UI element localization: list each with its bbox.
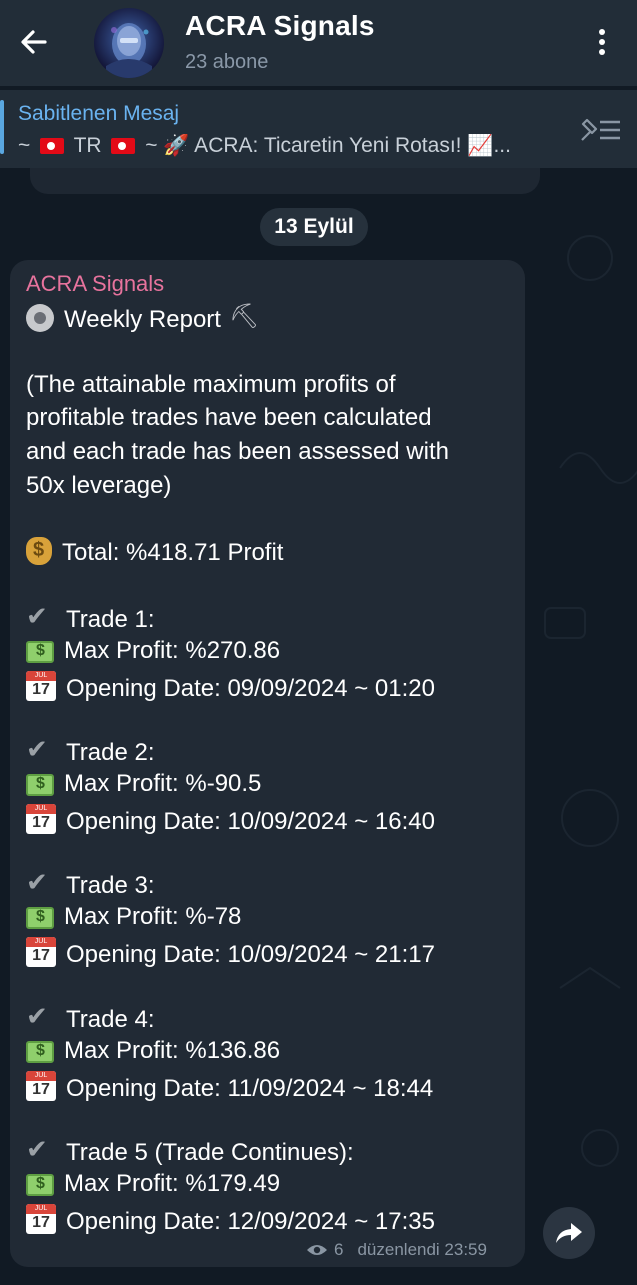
more-vertical-icon <box>599 29 605 55</box>
report-heading-line: Weekly Report <box>26 302 269 334</box>
trade-date: Opening Date: 11/09/2024 ~ 18:44 <box>66 1075 434 1102</box>
trade-date-line: Opening Date: 10/09/2024 ~ 21:17 <box>26 937 435 969</box>
subscriber-count: 23 abone <box>185 51 269 73</box>
note-line: 50x leverage) <box>26 472 172 499</box>
trade-title-line: Trade 5 (Trade Continues): <box>26 1134 354 1167</box>
date-separator: 13 Eylül <box>260 208 368 246</box>
check-mark-icon <box>26 867 56 898</box>
trade-profit: Max Profit: %179.49 <box>64 1170 281 1197</box>
turkey-flag-icon <box>111 138 136 154</box>
trade-profit: Max Profit: %-90.5 <box>64 770 262 797</box>
channel-avatar[interactable] <box>94 8 164 78</box>
trade-profit-line: Max Profit: %136.86 <box>26 1037 280 1065</box>
trade-title-line: Trade 4: <box>26 1001 155 1034</box>
more-options-button[interactable] <box>584 22 620 62</box>
chat-header: ACRA Signals 23 abone <box>0 0 637 86</box>
pinned-message-bar[interactable]: Sabitlenen Mesaj ~ TR ~ 🚀 ACRA: Ticareti… <box>0 90 637 168</box>
report-heading: Weekly Report <box>64 306 221 333</box>
trade-title: Trade 4: <box>66 1006 155 1033</box>
trade-date: Opening Date: 12/09/2024 ~ 17:35 <box>66 1208 435 1235</box>
trade-title-line: Trade 3: <box>26 867 155 900</box>
trade-title-line: Trade 2: <box>26 734 155 767</box>
trade-date: Opening Date: 09/09/2024 ~ 01:20 <box>66 675 435 702</box>
pinned-indicator <box>0 100 4 154</box>
trade-title: Trade 2: <box>66 739 155 766</box>
pin-list-icon <box>581 118 620 141</box>
trade-title: Trade 3: <box>66 872 155 899</box>
dollar-banknote-icon <box>26 907 54 929</box>
dollar-banknote-icon <box>26 1041 54 1063</box>
pinned-title: Sabitlenen Mesaj <box>18 102 180 125</box>
check-mark-icon <box>26 1001 56 1032</box>
trade-date-line: Opening Date: 10/09/2024 ~ 16:40 <box>26 804 435 836</box>
pinned-prefix: ~ <box>18 134 31 157</box>
trade-date-line: Opening Date: 11/09/2024 ~ 18:44 <box>26 1071 433 1103</box>
trade-date: Opening Date: 10/09/2024 ~ 16:40 <box>66 808 435 835</box>
previous-message-bubble <box>30 168 540 194</box>
trade-date: Opening Date: 10/09/2024 ~ 21:17 <box>66 941 435 968</box>
message-meta: 6 düzenlendi 23:59 <box>306 1240 487 1260</box>
trade-profit-line: Max Profit: %-78 <box>26 903 241 931</box>
trade-profit-line: Max Profit: %179.49 <box>26 1170 280 1198</box>
note-line: and each trade has been assessed with <box>26 438 449 465</box>
turkey-flag-icon <box>40 138 65 154</box>
pinned-preview: ~ TR ~ 🚀 ACRA: Ticaretin Yeni Rotası! 📈.… <box>18 134 558 158</box>
calendar-icon <box>26 671 56 701</box>
calendar-icon <box>26 937 56 967</box>
check-mark-icon <box>26 1134 56 1165</box>
trade-title-line: Trade 1: <box>26 601 155 634</box>
check-mark-icon <box>26 601 56 632</box>
trade-title: Trade 5 (Trade Continues): <box>66 1139 354 1166</box>
trade-profit: Max Profit: %136.86 <box>64 1037 281 1064</box>
calendar-icon <box>26 1071 56 1101</box>
note-line: profitable trades have been calculated <box>26 404 432 431</box>
trade-title: Trade 1: <box>66 606 155 633</box>
view-count: 6 <box>334 1240 344 1259</box>
pickaxe-icon <box>229 302 259 332</box>
note-line: (The attainable maximum profits of <box>26 371 396 398</box>
trade-profit-line: Max Profit: %270.86 <box>26 637 280 665</box>
total-profit: Total: %418.71 Profit <box>62 539 284 566</box>
arrow-left-icon <box>21 30 47 54</box>
message-sender[interactable]: ACRA Signals <box>26 271 164 297</box>
trade-date-line: Opening Date: 12/09/2024 ~ 17:35 <box>26 1204 435 1236</box>
edited-timestamp: düzenlendi 23:59 <box>357 1240 487 1259</box>
calendar-icon <box>26 804 56 834</box>
dollar-banknote-icon <box>26 774 54 796</box>
dollar-banknote-icon <box>26 641 54 663</box>
pinned-list-button[interactable] <box>578 114 624 144</box>
share-button[interactable] <box>543 1207 595 1259</box>
pinned-lang: TR <box>73 134 102 157</box>
check-mark-icon <box>26 734 56 765</box>
trade-profit: Max Profit: %270.86 <box>64 637 281 664</box>
total-line: Total: %418.71 Profit <box>26 537 283 567</box>
calendar-icon <box>26 1204 56 1234</box>
gear-icon <box>26 304 54 332</box>
share-icon <box>556 1223 582 1243</box>
trade-date-line: Opening Date: 09/09/2024 ~ 01:20 <box>26 671 435 703</box>
trade-profit-line: Max Profit: %-90.5 <box>26 770 261 798</box>
trade-profit: Max Profit: %-78 <box>64 903 242 930</box>
eye-icon <box>307 1245 327 1255</box>
pinned-rest: ~ 🚀 ACRA: Ticaretin Yeni Rotası! 📈... <box>145 134 511 157</box>
robot-face-image <box>106 23 152 78</box>
money-bag-icon <box>26 537 52 565</box>
dollar-banknote-icon <box>26 1174 54 1196</box>
back-button[interactable] <box>14 22 54 62</box>
channel-title[interactable]: ACRA Signals <box>185 10 375 42</box>
